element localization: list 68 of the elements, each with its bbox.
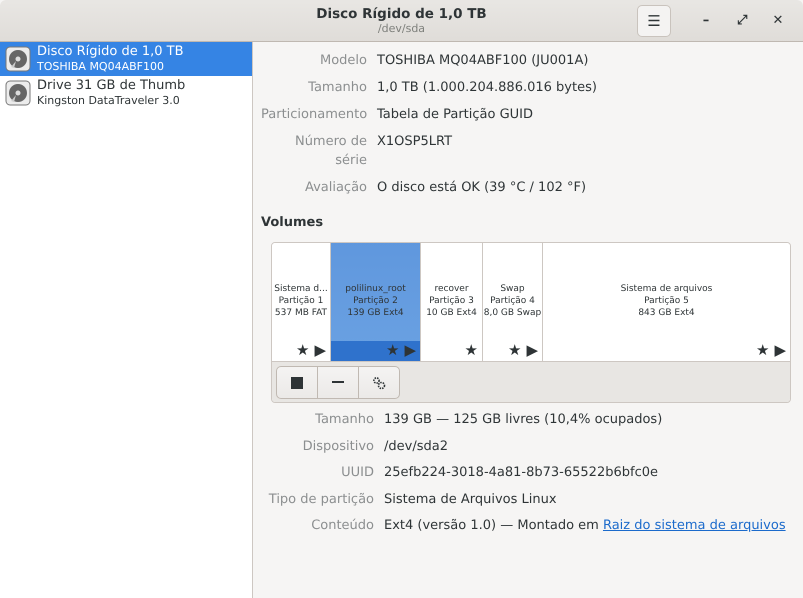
partition-size: 537 MB FAT <box>274 307 328 319</box>
stop-icon <box>291 376 303 388</box>
field-label: Dispositivo <box>302 438 374 456</box>
partition-name: Sistema d... <box>274 283 328 295</box>
star-icon: ★ <box>756 341 770 359</box>
star-icon: ★ <box>296 341 310 359</box>
minus-icon <box>332 381 344 384</box>
window-subtitle: /dev/sda <box>378 22 426 35</box>
drive-item[interactable]: Drive 31 GB de Thumb Kingston DataTraveler 3.0 <box>0 76 252 110</box>
partition-size: 10 GB Ext4 <box>426 307 477 319</box>
partition-name: polilinux_root <box>345 283 406 295</box>
play-icon: ▶ <box>404 341 416 359</box>
field-value: Ext4 (versão 1.0) — Montado em <box>384 518 600 533</box>
field-value: 139 GB — 125 GB livres (10,4% ocupados) <box>384 411 664 429</box>
field-value: X1OSP5LRT <box>377 133 454 151</box>
partition-number: Partição 2 <box>353 295 398 307</box>
star-icon: ★ <box>508 341 522 359</box>
play-icon: ▶ <box>526 341 538 359</box>
stop-button[interactable] <box>276 366 318 399</box>
field-label: Tamanho <box>314 411 374 429</box>
partition-size: 8,0 GB Swap <box>484 307 542 319</box>
settings-button[interactable] <box>358 366 400 399</box>
field-value: 1,0 TB (1.000.204.886.016 bytes) <box>377 79 598 97</box>
partition-name: Sistema de arquivos <box>620 283 712 295</box>
partition-size: 843 GB Ext4 <box>638 307 695 319</box>
partition-number: Partição 5 <box>644 295 689 307</box>
field-label: Número de série <box>294 133 367 170</box>
field-value: TOSHIBA MQ04ABF100 (JU001A) <box>377 52 590 70</box>
drive-model: TOSHIBA MQ04ABF100 <box>37 60 165 74</box>
field-value: /dev/sda2 <box>384 438 449 456</box>
partition-number: Partição 4 <box>490 295 535 307</box>
partition-name: Swap <box>500 283 525 295</box>
partition-block[interactable]: Sistema de arquivos Partição 5 843 GB Ext4 ★ ▶ <box>543 243 790 361</box>
close-button[interactable]: ✕ <box>767 13 789 28</box>
partition-number: Partição 3 <box>429 295 474 307</box>
play-icon: ▶ <box>774 341 786 359</box>
section-heading: Volumes <box>261 215 324 230</box>
field-label: Tamanho <box>307 79 367 97</box>
menu-button[interactable]: ☰ <box>637 4 671 36</box>
star-icon: ★ <box>464 341 478 359</box>
field-label: Particionamento <box>261 106 367 124</box>
field-value: O disco está OK (39 °C / 102 °F) <box>377 178 588 196</box>
drive-name: Drive 31 GB de Thumb <box>37 78 186 94</box>
field-value: 25efb224-3018-4a81-8b73-65522b6bfc0e <box>384 464 659 482</box>
field-value: Sistema de Arquivos Linux <box>384 490 558 508</box>
mount-link[interactable]: Raiz do sistema de arquivos <box>602 518 786 533</box>
field-label: UUID <box>340 464 374 482</box>
field-label: Modelo <box>319 52 367 70</box>
partition-block[interactable]: Swap Partição 4 8,0 GB Swap ★ ▶ <box>483 243 542 361</box>
minimize-button[interactable]: – <box>695 13 717 28</box>
play-icon: ▶ <box>314 341 326 359</box>
field-label: Tipo de partição <box>268 490 374 508</box>
partition-size: 139 GB Ext4 <box>347 307 404 319</box>
partition-block[interactable]: recover Partição 3 10 GB Ext4 ★ <box>421 243 482 361</box>
partition-block[interactable]: polilinux_root Partição 2 139 GB Ext4 ★ ▶ <box>331 243 420 361</box>
settings-icon <box>372 376 386 390</box>
field-label: Avaliação <box>304 178 367 196</box>
window-title: Disco Rígido de 1,0 TB <box>316 6 487 22</box>
drive-name: Disco Rígido de 1,0 TB <box>37 44 184 60</box>
star-icon: ★ <box>386 341 400 359</box>
partition-number: Partição 1 <box>278 295 324 307</box>
field-label: Conteúdo <box>310 517 374 535</box>
drive-model: Kingston DataTraveler 3.0 <box>37 94 181 108</box>
partition-block[interactable]: Sistema d... Partição 1 537 MB FAT ★ ▶ <box>272 243 330 361</box>
maximize-button[interactable]: ⤢ <box>731 13 753 28</box>
partition-name: recover <box>434 283 469 295</box>
drive-item[interactable]: Disco Rígido de 1,0 TB TOSHIBA MQ04ABF100 <box>0 42 252 76</box>
field-value: Tabela de Partição GUID <box>377 106 534 124</box>
